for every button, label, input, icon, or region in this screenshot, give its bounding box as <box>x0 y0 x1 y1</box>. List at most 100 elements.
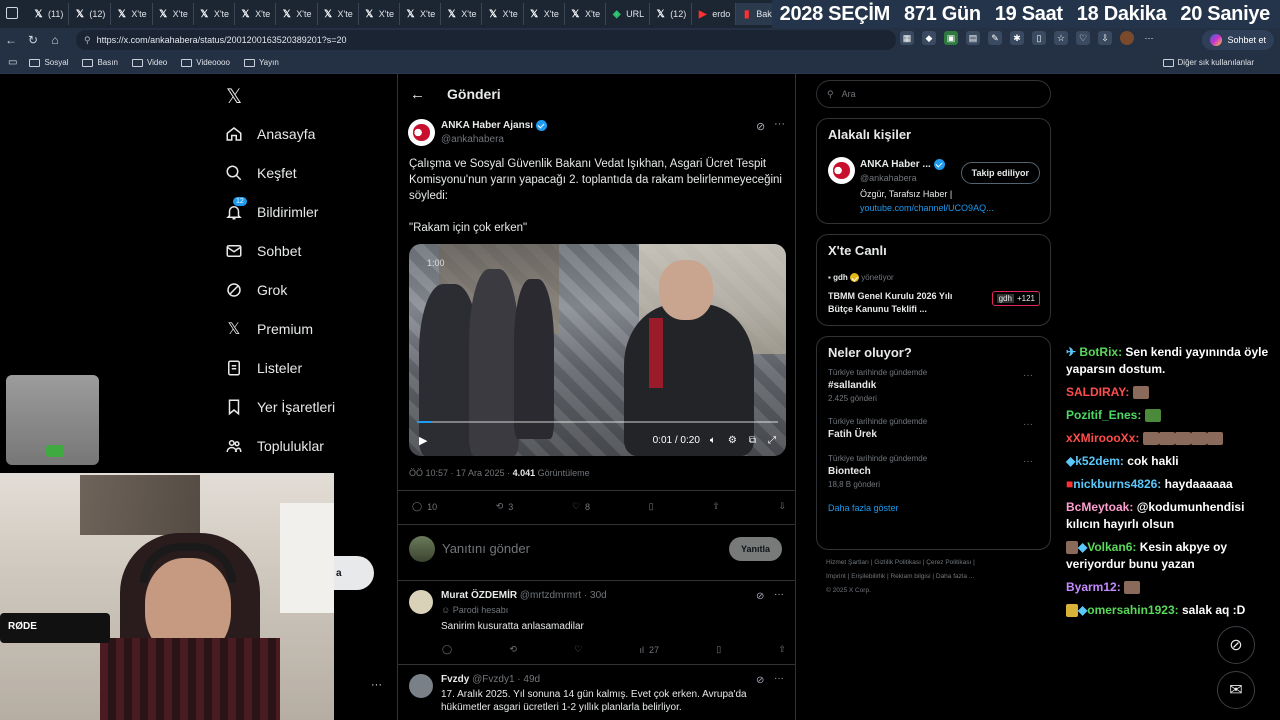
show-more-link[interactable]: Daha fazla göster <box>828 503 1039 513</box>
grok-icon[interactable]: ⊘ <box>756 675 764 686</box>
favorites-icon[interactable]: ☆ <box>1054 31 1068 45</box>
bookmark-folder[interactable]: Sosyal <box>29 58 68 67</box>
tab[interactable]: 𝕏 X'te <box>235 3 277 25</box>
footer-link[interactable]: Hizmet Şartları <box>826 559 869 566</box>
footer-link[interactable]: Imprint <box>826 573 846 580</box>
related-name-row[interactable]: ANKA Haber ... <box>860 159 945 170</box>
tab[interactable]: 𝕏 X'te <box>153 3 194 25</box>
related-avatar[interactable] <box>828 157 855 184</box>
x-logo-icon[interactable]: 𝕏 <box>226 84 242 109</box>
back-icon[interactable]: ← <box>0 33 22 47</box>
nav-premium[interactable]: 𝕏 Premium <box>225 309 395 348</box>
tab[interactable]: ◈ URL <box>606 3 651 25</box>
reply-author[interactable]: Fvzdy <box>441 674 469 685</box>
home-icon[interactable]: ⌂ <box>44 33 66 47</box>
search-field[interactable]: ⚲ Ara <box>816 80 1051 108</box>
tab[interactable]: 𝕏 X'te <box>482 3 524 25</box>
tab[interactable]: 𝕏 X'te <box>194 3 236 25</box>
tab[interactable]: 𝕏 X'te <box>524 3 565 25</box>
bookmark-button[interactable]: ▯ <box>716 644 721 655</box>
bookmark-folder[interactable]: Videoooo <box>181 58 230 67</box>
more-icon[interactable]: ··· <box>1142 31 1156 45</box>
more-icon[interactable]: ··· <box>1023 419 1033 430</box>
footer-link[interactable]: Çerez Politikası <box>926 559 971 566</box>
views-button[interactable]: ıl 27 <box>639 644 659 655</box>
live-title[interactable]: TBMM Genel Kurulu 2026 Yılı Bütçe Kanunu… <box>828 290 978 316</box>
download-button[interactable]: ⇩ <box>778 501 786 512</box>
reply-time[interactable]: · 30d <box>584 590 607 601</box>
tab[interactable]: 𝕏 X'te <box>441 3 483 25</box>
tab[interactable]: 𝕏 (12) <box>650 3 693 25</box>
share-button[interactable]: ⇧ <box>712 501 720 512</box>
author-handle[interactable]: @ankahabera <box>441 134 504 145</box>
tab[interactable]: 𝕏 X'te <box>318 3 359 25</box>
reply-handle[interactable]: @Fvzdy1 <box>472 674 514 685</box>
author-avatar[interactable] <box>408 119 435 146</box>
repost-button[interactable]: ⟲ 3 <box>496 501 514 512</box>
more-icon[interactable]: ··· <box>1023 456 1033 467</box>
trend-item[interactable]: Türkiye tarihinde gündemde Fatih Ürek ··… <box>828 417 1039 440</box>
tab[interactable]: 𝕏 (11) <box>28 3 70 25</box>
nav-grok[interactable]: Grok <box>225 270 395 309</box>
extension-icon[interactable]: ◆ <box>922 31 936 45</box>
like-button[interactable]: ♡ <box>574 644 582 655</box>
follow-button[interactable]: Takip ediliyor <box>960 162 1040 184</box>
post-timestamp[interactable]: ÖÖ 10:57 · 17 Ara 2025 · <box>409 468 513 478</box>
trend-item[interactable]: Türkiye tarihinde gündemde Biontech 18,8… <box>828 454 1039 489</box>
nav-home[interactable]: Anasayfa <box>225 114 395 153</box>
reading-view-icon[interactable]: ▭ <box>8 57 17 68</box>
nav-lists[interactable]: Listeler <box>225 348 395 387</box>
repost-button[interactable]: ⟲ <box>509 644 517 655</box>
tab-actions-icon[interactable] <box>6 7 18 19</box>
video-progress-track[interactable] <box>417 421 778 423</box>
tab[interactable]: 𝕏 X'te <box>400 3 442 25</box>
related-link[interactable]: youtube.com/channel/UCO9AQ... <box>860 203 994 213</box>
footer-link[interactable]: Erişilebilirlik <box>851 573 885 580</box>
profile-avatar[interactable] <box>1120 31 1134 45</box>
settings-icon[interactable]: ⚙ <box>728 435 737 446</box>
reply-handle[interactable]: @mrtzdmrmrt <box>520 590 581 601</box>
bookmark-folder[interactable]: Basın <box>82 58 118 67</box>
more-icon[interactable]: ··· <box>1023 370 1033 381</box>
pip-icon[interactable]: ⧉ <box>749 435 756 446</box>
trend-item[interactable]: Türkiye tarihinde gündemde #sallandık 2.… <box>828 368 1039 403</box>
nav-messages[interactable]: Sohbet <box>225 231 395 270</box>
reply-time[interactable]: · 49d <box>517 674 540 685</box>
url-field[interactable]: ⚲ https://x.com/ankahabera/status/200120… <box>76 30 896 50</box>
refresh-icon[interactable]: ↻ <box>22 33 44 47</box>
other-bookmarks-folder[interactable]: Diğer sık kullanılanlar <box>1162 58 1254 67</box>
related-handle[interactable]: @ankahabera <box>860 173 917 183</box>
site-info-icon[interactable]: ⚲ <box>84 35 91 46</box>
collections-icon[interactable]: ♡ <box>1076 31 1090 45</box>
more-icon[interactable]: ··· <box>774 118 785 130</box>
volume-icon[interactable]: 🔈︎ <box>710 435 716 446</box>
more-icon[interactable]: ··· <box>774 673 784 684</box>
extension-icon[interactable]: ▦ <box>900 31 914 45</box>
reply-button[interactable]: ◯ <box>442 644 452 655</box>
play-icon[interactable]: ▶ <box>419 434 427 447</box>
copilot-chat-button[interactable]: Sohbet et <box>1202 30 1274 50</box>
tab[interactable]: 𝕏 (12) <box>69 3 112 25</box>
tab[interactable]: ▶ erdo <box>692 3 737 25</box>
downloads-icon[interactable]: ⇩ <box>1098 31 1112 45</box>
footer-link[interactable]: Reklam bilgisi <box>890 573 930 580</box>
author-name-row[interactable]: ANKA Haber Ajansı <box>441 120 547 131</box>
live-listeners[interactable]: gdh +121 <box>991 291 1040 306</box>
grok-floating-button[interactable]: ⊘ <box>1217 626 1255 664</box>
post-button-partial[interactable]: a <box>334 556 374 590</box>
nav-bookmarks[interactable]: Yer İşaretleri <box>225 387 395 426</box>
reply-author[interactable]: Murat ÖZDEMİR <box>441 590 517 601</box>
tab[interactable]: 𝕏 X'te <box>111 3 153 25</box>
bookmark-folder[interactable]: Yayın <box>243 58 279 67</box>
extension-icon[interactable]: ▤ <box>966 31 980 45</box>
fullscreen-icon[interactable]: ⤢ <box>768 435 776 446</box>
bookmark-folder[interactable]: Video <box>131 58 167 67</box>
tab[interactable]: 𝕏 X'te <box>276 3 318 25</box>
back-arrow-icon[interactable]: ← <box>410 86 425 103</box>
reply-avatar[interactable] <box>409 590 433 614</box>
puzzle-icon[interactable]: ✱ <box>1010 31 1024 45</box>
more-icon[interactable]: ··· <box>774 589 784 600</box>
tab[interactable]: 𝕏 X'te <box>565 3 607 25</box>
like-button[interactable]: ♡ 8 <box>572 501 590 512</box>
reply-avatar[interactable] <box>409 674 433 698</box>
